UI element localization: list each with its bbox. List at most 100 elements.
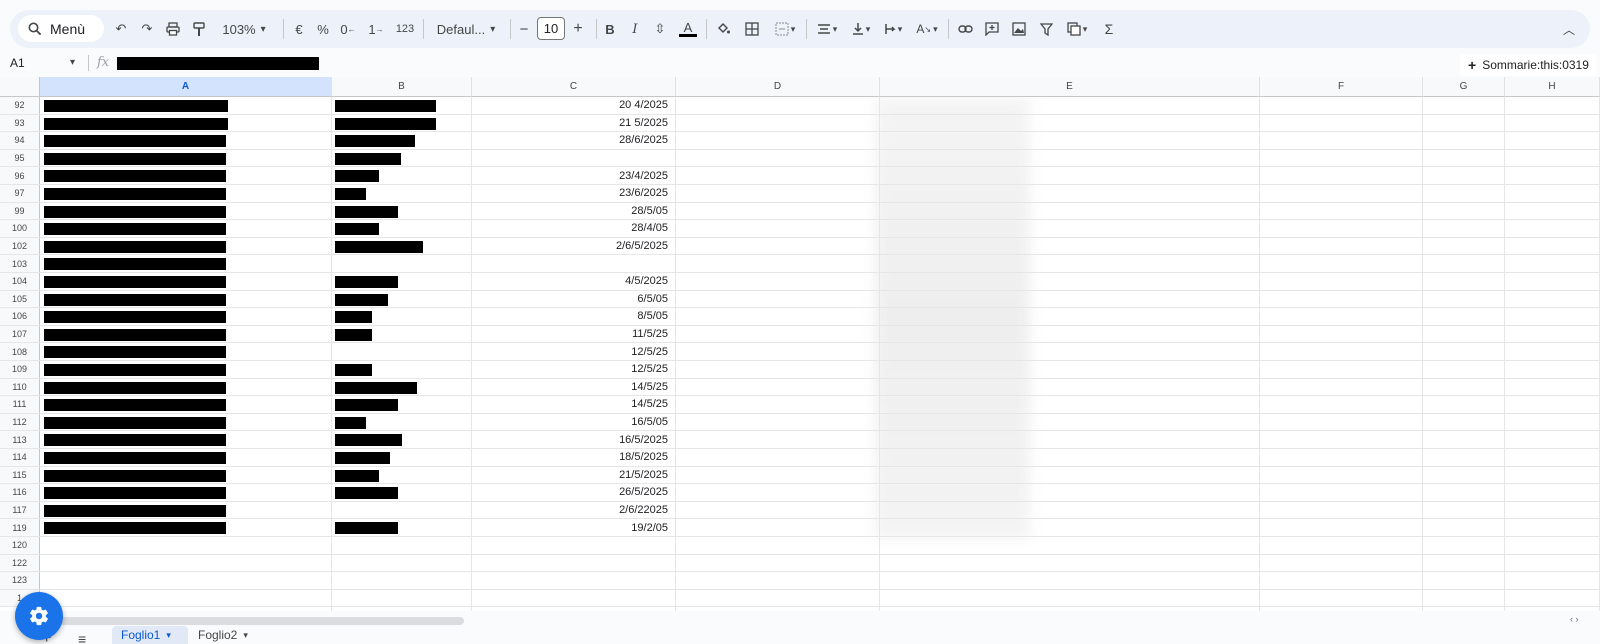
table-row[interactable]: 100 28/4/05 [0,220,1600,238]
date-cell[interactable]: 8/5/05 [472,308,672,325]
table-row[interactable]: 119 19/2/05 [0,519,1600,537]
row-number[interactable]: 103 [0,255,40,272]
row-number[interactable]: 95 [0,149,40,167]
chevron-down-icon[interactable]: ▾ [243,630,248,641]
functions-button[interactable]: Σ [1100,18,1118,40]
row-number[interactable]: 117 [0,501,40,519]
row-number[interactable]: 123 [0,572,40,589]
table-row[interactable]: 123 [0,572,1600,590]
row-number[interactable]: 111 [0,396,40,413]
row-number[interactable]: 112 [0,413,40,431]
date-cell[interactable]: 12/5/25 [472,343,672,360]
row-number[interactable]: 116 [0,484,40,501]
select-all-corner[interactable] [0,77,40,97]
column-header-c[interactable]: C [472,77,676,97]
table-row[interactable]: 103 [0,255,1600,273]
date-cell[interactable]: 28/4/05 [472,220,672,237]
row-number[interactable]: 120 [0,537,40,554]
insert-image-icon[interactable] [1009,18,1029,40]
date-cell[interactable]: 28/5/05 [472,203,672,220]
table-row[interactable]: 97 23/6/2025 [0,185,1600,203]
undo-icon[interactable]: ↶ [112,18,130,40]
table-row[interactable]: 110 14/5/25 [0,378,1600,397]
font-size-input[interactable]: 10 [537,17,565,40]
text-wrap-icon[interactable]: ▾ [880,18,906,40]
date-cell[interactable]: 16/5/05 [472,414,672,431]
table-row[interactable]: 106 8/5/05 [0,308,1600,326]
merge-cells-icon[interactable]: ▾ [770,18,800,40]
date-cell[interactable] [472,572,672,589]
italic-button[interactable]: I [626,18,644,40]
date-cell[interactable]: 11/5/25 [472,326,672,343]
table-row[interactable]: 120 [0,537,1600,555]
row-number[interactable]: 100 [0,220,40,237]
date-cell[interactable]: 6/5/05 [472,291,672,308]
table-row[interactable]: 115 21/5/2025 [0,466,1600,485]
settings-fab[interactable] [15,592,63,640]
filter-icon[interactable] [1036,18,1056,40]
row-number[interactable]: 94 [0,132,40,149]
table-row[interactable]: 107 11/5/25 [0,325,1600,344]
bold-button[interactable]: B [601,18,619,40]
table-row[interactable]: 94 28/6/2025 [0,132,1600,150]
date-cell[interactable]: 2/6/22025 [472,502,672,519]
chevron-down-icon[interactable]: ▾ [70,57,75,68]
row-number[interactable]: 96 [0,167,40,184]
table-row[interactable]: 116 26/5/2025 [0,484,1600,502]
row-number[interactable]: 102 [0,237,40,255]
sheet-grid[interactable]: A B C D E F G H 92 20 4/2025 93 21 5/2025 94 28/6/202… [0,77,1600,611]
date-cell[interactable]: 18/5/2025 [472,449,672,466]
collapse-toolbar-icon[interactable]: ︿ [1560,18,1578,40]
date-cell[interactable] [472,590,672,607]
column-header-a[interactable]: A [40,77,332,97]
chevron-down-icon[interactable]: ▾ [166,630,171,641]
sheet-tab-foglio2[interactable]: Foglio2 ▾ [198,626,248,644]
row-number[interactable]: 119 [0,519,40,536]
row-number[interactable]: 113 [0,431,40,448]
table-row[interactable]: 122 [0,554,1600,573]
currency-button[interactable]: € [290,18,308,40]
table-row[interactable]: 93 21 5/2025 [0,114,1600,133]
row-number[interactable]: 105 [0,290,40,308]
sheet-tab-foglio1[interactable]: Foglio1 ▾ [112,626,188,644]
paint-format-icon[interactable] [190,18,208,40]
decimal-decrease-button[interactable]: 0 ← [339,18,357,40]
row-number[interactable]: 106 [0,308,40,325]
borders-icon[interactable] [742,18,762,40]
table-row[interactable]: 111 14/5/25 [0,396,1600,414]
column-header-e[interactable]: E [880,77,1260,97]
sommarie-button[interactable]: + Sommarie:this:0319 [1460,54,1597,76]
date-cell[interactable] [472,255,672,272]
column-header-b[interactable]: B [332,77,472,97]
row-number[interactable]: 114 [0,449,40,466]
row-number[interactable]: 92 [0,97,40,114]
row-number[interactable]: 115 [0,466,40,484]
row-number[interactable]: 107 [0,325,40,343]
table-row[interactable]: 95 [0,149,1600,168]
table-row[interactable]: 105 6/5/05 [0,290,1600,309]
fill-color-icon[interactable] [713,18,733,40]
date-cell[interactable]: 14/5/25 [472,396,672,413]
redo-icon[interactable]: ↷ [138,18,156,40]
row-number[interactable]: 104 [0,273,40,290]
date-cell[interactable]: 2/6/5/2025 [472,238,672,255]
text-rotation-icon[interactable]: A ↘ ▾ [912,18,942,40]
date-cell[interactable]: 12/5/25 [472,361,672,378]
row-number[interactable]: 122 [0,554,40,572]
column-header-h[interactable]: H [1505,77,1600,97]
date-cell[interactable] [472,537,672,554]
column-header-f[interactable]: F [1260,77,1423,97]
font-select[interactable]: Defaul... [432,18,500,40]
print-icon[interactable] [164,18,182,40]
font-size-decrease-button[interactable]: − [515,18,533,40]
row-number[interactable]: 109 [0,361,40,378]
table-row[interactable]: 113 16/5/2025 [0,431,1600,449]
date-cell[interactable]: 23/4/2025 [472,167,672,184]
table-row[interactable]: 114 18/5/2025 [0,449,1600,467]
table-row[interactable]: 92 20 4/2025 [0,97,1600,115]
date-cell[interactable] [472,555,672,572]
table-row[interactable]: 96 23/4/2025 [0,167,1600,185]
all-sheets-icon[interactable]: ≡ [78,631,86,644]
strikethrough-icon[interactable]: ⇳ [651,18,669,40]
date-cell[interactable]: 21/5/2025 [472,467,672,484]
